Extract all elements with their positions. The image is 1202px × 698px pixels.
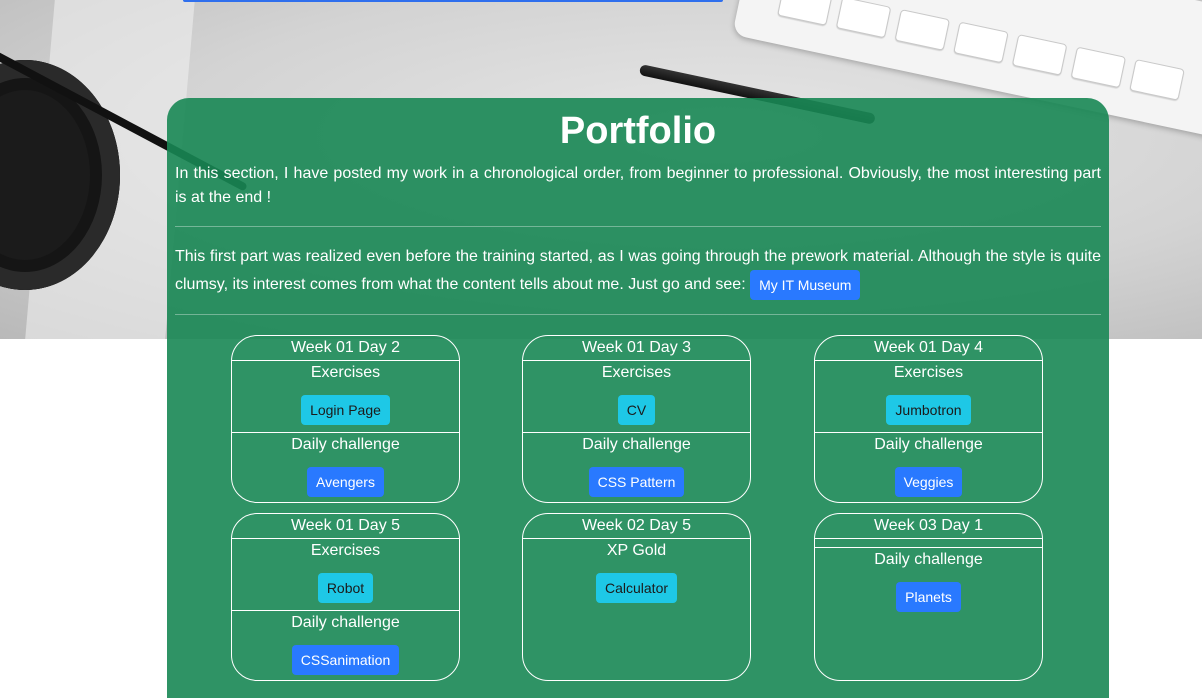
- section-title: Daily challenge: [291, 614, 400, 631]
- card-title: Week 01 Day 5: [232, 514, 459, 539]
- section-title: Exercises: [893, 364, 964, 381]
- card-week01-day3: Week 01 Day 3 Exercises CV Daily challen…: [522, 335, 751, 503]
- veggies-button[interactable]: Veggies: [894, 467, 963, 497]
- jumbotron-button[interactable]: Jumbotron: [886, 395, 971, 425]
- card-week01-day2: Week 01 Day 2 Exercises Login Page Daily…: [231, 335, 460, 503]
- intro-text: In this section, I have posted my work i…: [175, 165, 1101, 206]
- section-title: Daily challenge: [874, 551, 983, 568]
- cssanimation-button[interactable]: CSSanimation: [291, 645, 400, 675]
- avengers-button[interactable]: Avengers: [307, 467, 384, 497]
- card-title: Week 01 Day 4: [815, 336, 1042, 361]
- divider: [175, 226, 1101, 227]
- card-week02-day5: Week 02 Day 5 XP Gold Calculator: [522, 513, 751, 681]
- section-title: Daily challenge: [582, 436, 691, 453]
- page-title: Portfolio: [559, 110, 717, 152]
- section-title: Daily challenge: [874, 436, 983, 453]
- section-title: Exercises: [310, 364, 381, 381]
- my-it-museum-button[interactable]: My IT Museum: [750, 270, 861, 300]
- planets-button[interactable]: Planets: [896, 582, 961, 612]
- empty-section: [815, 539, 1042, 548]
- css-pattern-button[interactable]: CSS Pattern: [588, 467, 685, 497]
- section-title: Daily challenge: [291, 436, 400, 453]
- robot-button[interactable]: Robot: [317, 573, 374, 603]
- card-week01-day4: Week 01 Day 4 Exercises Jumbotron Daily …: [814, 335, 1043, 503]
- calculator-button[interactable]: Calculator: [595, 573, 678, 603]
- section-title: Exercises: [601, 364, 672, 381]
- card-title: Week 02 Day 5: [523, 514, 750, 539]
- top-accent-bar: [183, 0, 723, 2]
- section-title: XP Gold: [606, 542, 667, 559]
- section-title: Exercises: [310, 542, 381, 559]
- card-title: Week 01 Day 3: [523, 336, 750, 361]
- museum-paragraph: This first part was realized even before…: [175, 244, 1101, 300]
- portfolio-panel: Portfolio In this section, I have posted…: [167, 98, 1109, 698]
- card-title: Week 03 Day 1: [815, 514, 1042, 539]
- cv-button[interactable]: CV: [617, 395, 656, 425]
- divider: [175, 314, 1101, 315]
- login-page-button[interactable]: Login Page: [301, 395, 390, 425]
- card-title: Week 01 Day 2: [232, 336, 459, 361]
- museum-text: This first part was realized even before…: [175, 248, 1101, 294]
- card-week03-day1: Week 03 Day 1 Daily challenge Planets: [814, 513, 1043, 681]
- card-week01-day5: Week 01 Day 5 Exercises Robot Daily chal…: [231, 513, 460, 681]
